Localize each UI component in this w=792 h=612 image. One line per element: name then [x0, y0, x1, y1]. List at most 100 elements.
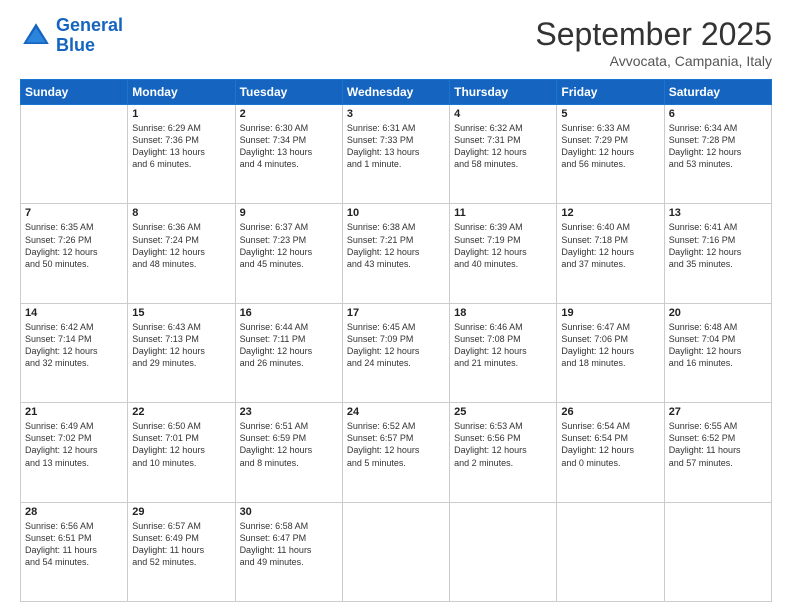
month-title: September 2025: [535, 16, 772, 53]
cell-info: Sunrise: 6:33 AMSunset: 7:29 PMDaylight:…: [561, 122, 659, 171]
day-number: 5: [561, 108, 659, 120]
calendar-cell: 10Sunrise: 6:38 AMSunset: 7:21 PMDayligh…: [342, 204, 449, 303]
cell-info: Sunrise: 6:38 AMSunset: 7:21 PMDaylight:…: [347, 221, 445, 270]
cell-info: Sunrise: 6:39 AMSunset: 7:19 PMDaylight:…: [454, 221, 552, 270]
calendar-cell: 21 Sunrise: 6:49 AMSunset: 7:02 PMDayligh…: [21, 403, 128, 502]
cell-info: Sunrise: 6:51 AMSunset: 6:59 PMDaylight:…: [240, 420, 338, 469]
calendar-cell: 26Sunrise: 6:54 AMSunset: 6:54 PMDayligh…: [557, 403, 664, 502]
day-number: 11: [454, 207, 552, 219]
cell-info: Sunrise: 6:36 AMSunset: 7:24 PMDaylight:…: [132, 221, 230, 270]
day-number: 17: [347, 307, 445, 319]
calendar-cell: 22 Sunrise: 6:50 AMSunset: 7:01 PMDayligh…: [128, 403, 235, 502]
calendar-cell: [664, 502, 771, 601]
calendar-cell: 12 Sunrise: 6:40 AMSunset: 7:18 PMDayligh…: [557, 204, 664, 303]
day-number: 25: [454, 406, 552, 418]
day-number: 7: [25, 207, 123, 219]
day-number: 21: [25, 406, 123, 418]
cell-info: Sunrise: 6:34 AMSunset: 7:28 PMDaylight:…: [669, 122, 767, 171]
day-number: 22: [132, 406, 230, 418]
cell-info: Sunrise: 6:35 AMSunset: 7:26 PMDaylight:…: [25, 221, 123, 270]
calendar: SundayMondayTuesdayWednesdayThursdayFrid…: [20, 79, 772, 602]
day-number: 27: [669, 406, 767, 418]
calendar-cell: 9 Sunrise: 6:37 AMSunset: 7:23 PMDaylight…: [235, 204, 342, 303]
calendar-cell: 16 Sunrise: 6:44 AMSunset: 7:11 PMDayligh…: [235, 303, 342, 402]
weekday-header: Friday: [557, 80, 664, 105]
weekday-header: Wednesday: [342, 80, 449, 105]
weekday-header: Thursday: [450, 80, 557, 105]
calendar-cell: 27 Sunrise: 6:55 AMSunset: 6:52 PMDayligh…: [664, 403, 771, 502]
calendar-cell: 20 Sunrise: 6:48 AMSunset: 7:04 PMDayligh…: [664, 303, 771, 402]
day-number: 14: [25, 307, 123, 319]
cell-info: Sunrise: 6:41 AMSunset: 7:16 PMDaylight:…: [669, 221, 767, 270]
cell-info: Sunrise: 6:30 AMSunset: 7:34 PMDaylight:…: [240, 122, 338, 171]
day-number: 20: [669, 307, 767, 319]
header-row: SundayMondayTuesdayWednesdayThursdayFrid…: [21, 80, 772, 105]
cell-info: Sunrise: 6:31 AMSunset: 7:33 PMDaylight:…: [347, 122, 445, 171]
calendar-cell: 6Sunrise: 6:34 AMSunset: 7:28 PMDaylight…: [664, 105, 771, 204]
calendar-week-row: 7 Sunrise: 6:35 AMSunset: 7:26 PMDaylight…: [21, 204, 772, 303]
calendar-cell: 19 Sunrise: 6:47 AMSunset: 7:06 PMDayligh…: [557, 303, 664, 402]
weekday-header: Monday: [128, 80, 235, 105]
cell-info: Sunrise: 6:45 AMSunset: 7:09 PMDaylight:…: [347, 321, 445, 370]
logo-line1: General: [56, 15, 123, 35]
day-number: 12: [561, 207, 659, 219]
weekday-header: Sunday: [21, 80, 128, 105]
cell-info: Sunrise: 6:50 AMSunset: 7:01 PMDaylight:…: [132, 420, 230, 469]
calendar-cell: 4 Sunrise: 6:32 AMSunset: 7:31 PMDaylight…: [450, 105, 557, 204]
calendar-cell: [342, 502, 449, 601]
cell-info: Sunrise: 6:40 AMSunset: 7:18 PMDaylight:…: [561, 221, 659, 270]
cell-info: Sunrise: 6:47 AMSunset: 7:06 PMDaylight:…: [561, 321, 659, 370]
calendar-week-row: 1 Sunrise: 6:29 AMSunset: 7:36 PMDaylight…: [21, 105, 772, 204]
calendar-cell: 13Sunrise: 6:41 AMSunset: 7:16 PMDayligh…: [664, 204, 771, 303]
day-number: 23: [240, 406, 338, 418]
cell-info: Sunrise: 6:37 AMSunset: 7:23 PMDaylight:…: [240, 221, 338, 270]
day-number: 15: [132, 307, 230, 319]
cell-info: Sunrise: 6:52 AMSunset: 6:57 PMDaylight:…: [347, 420, 445, 469]
calendar-cell: 30Sunrise: 6:58 AMSunset: 6:47 PMDayligh…: [235, 502, 342, 601]
page: General Blue September 2025 Avvocata, Ca…: [0, 0, 792, 612]
calendar-cell: 18Sunrise: 6:46 AMSunset: 7:08 PMDayligh…: [450, 303, 557, 402]
day-number: 9: [240, 207, 338, 219]
cell-info: Sunrise: 6:32 AMSunset: 7:31 PMDaylight:…: [454, 122, 552, 171]
logo-line2: Blue: [56, 35, 95, 55]
cell-info: Sunrise: 6:48 AMSunset: 7:04 PMDaylight:…: [669, 321, 767, 370]
day-number: 30: [240, 506, 338, 518]
calendar-week-row: 21 Sunrise: 6:49 AMSunset: 7:02 PMDayligh…: [21, 403, 772, 502]
day-number: 3: [347, 108, 445, 120]
cell-info: Sunrise: 6:43 AMSunset: 7:13 PMDaylight:…: [132, 321, 230, 370]
day-number: 28: [25, 506, 123, 518]
cell-info: Sunrise: 6:57 AMSunset: 6:49 PMDaylight:…: [132, 520, 230, 569]
calendar-cell: 23 Sunrise: 6:51 AMSunset: 6:59 PMDayligh…: [235, 403, 342, 502]
cell-info: Sunrise: 6:49 AMSunset: 7:02 PMDaylight:…: [25, 420, 123, 469]
calendar-cell: 25 Sunrise: 6:53 AMSunset: 6:56 PMDayligh…: [450, 403, 557, 502]
weekday-header: Tuesday: [235, 80, 342, 105]
logo-icon: [20, 20, 52, 52]
day-number: 18: [454, 307, 552, 319]
calendar-cell: 11 Sunrise: 6:39 AMSunset: 7:19 PMDayligh…: [450, 204, 557, 303]
calendar-week-row: 28Sunrise: 6:56 AMSunset: 6:51 PMDayligh…: [21, 502, 772, 601]
cell-info: Sunrise: 6:29 AMSunset: 7:36 PMDaylight:…: [132, 122, 230, 171]
day-number: 19: [561, 307, 659, 319]
calendar-cell: 29 Sunrise: 6:57 AMSunset: 6:49 PMDayligh…: [128, 502, 235, 601]
title-block: September 2025 Avvocata, Campania, Italy: [535, 16, 772, 69]
cell-info: Sunrise: 6:44 AMSunset: 7:11 PMDaylight:…: [240, 321, 338, 370]
cell-info: Sunrise: 6:54 AMSunset: 6:54 PMDaylight:…: [561, 420, 659, 469]
location: Avvocata, Campania, Italy: [535, 53, 772, 69]
cell-info: Sunrise: 6:55 AMSunset: 6:52 PMDaylight:…: [669, 420, 767, 469]
calendar-cell: 7 Sunrise: 6:35 AMSunset: 7:26 PMDaylight…: [21, 204, 128, 303]
calendar-cell: [557, 502, 664, 601]
day-number: 4: [454, 108, 552, 120]
day-number: 2: [240, 108, 338, 120]
day-number: 16: [240, 307, 338, 319]
logo: General Blue: [20, 16, 123, 56]
header: General Blue September 2025 Avvocata, Ca…: [20, 16, 772, 69]
calendar-cell: 17 Sunrise: 6:45 AMSunset: 7:09 PMDayligh…: [342, 303, 449, 402]
cell-info: Sunrise: 6:53 AMSunset: 6:56 PMDaylight:…: [454, 420, 552, 469]
day-number: 24: [347, 406, 445, 418]
calendar-cell: 2 Sunrise: 6:30 AMSunset: 7:34 PMDaylight…: [235, 105, 342, 204]
day-number: 1: [132, 108, 230, 120]
day-number: 29: [132, 506, 230, 518]
calendar-cell: 28Sunrise: 6:56 AMSunset: 6:51 PMDayligh…: [21, 502, 128, 601]
logo-text: General Blue: [56, 16, 123, 56]
calendar-cell: 5 Sunrise: 6:33 AMSunset: 7:29 PMDaylight…: [557, 105, 664, 204]
